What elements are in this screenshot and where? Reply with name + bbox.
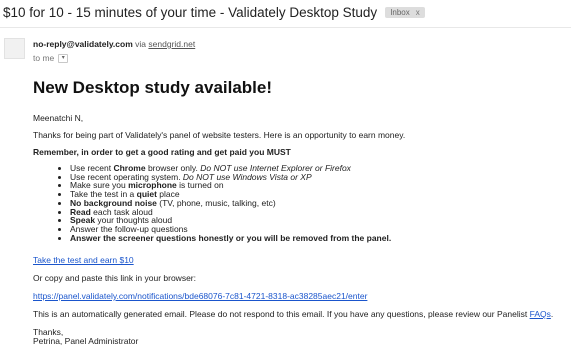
signature-text: Petrina, Panel Administrator (33, 336, 139, 346)
email-subject-row: $10 for 10 - 15 minutes of your time - V… (3, 5, 425, 20)
remember-text: Remember, in order to get a good rating … (33, 147, 291, 157)
sender-avatar[interactable] (4, 38, 25, 59)
recipient-text: to me (33, 53, 55, 63)
faqs-link[interactable]: FAQs (530, 309, 551, 319)
study-url-link[interactable]: https://panel.validately.com/notificatio… (33, 291, 367, 301)
remove-label-icon[interactable]: x (416, 8, 420, 17)
sender-email[interactable]: no-reply@validately.com (33, 39, 133, 49)
greeting: Meenatchi N, (33, 113, 84, 123)
requirement-item: Answer the screener questions honestly o… (70, 233, 391, 243)
email-subject: $10 for 10 - 15 minutes of your time - V… (3, 5, 378, 20)
email-heading: New Desktop study available! (33, 78, 273, 97)
recipient-row: to me ▾ (33, 53, 69, 63)
inbox-label[interactable]: Inbox x (385, 7, 425, 18)
show-details-icon[interactable]: ▾ (58, 53, 69, 63)
requirements-list: Use recent Chrome browser only. Do NOT u… (33, 164, 391, 242)
inbox-label-text: Inbox (390, 8, 410, 17)
take-test-link[interactable]: Take the test and earn $10 (33, 255, 134, 265)
header-divider (0, 27, 571, 28)
via-domain-link[interactable]: sendgrid.net (148, 39, 195, 49)
auto-generated-notice: This is an automatically generated email… (33, 309, 554, 319)
via-text: via sendgrid.net (135, 39, 196, 49)
sender-line: no-reply@validately.com via sendgrid.net (33, 39, 195, 49)
copy-link-text: Or copy and paste this link in your brow… (33, 273, 196, 283)
intro-text: Thanks for being part of Validately's pa… (33, 130, 406, 140)
